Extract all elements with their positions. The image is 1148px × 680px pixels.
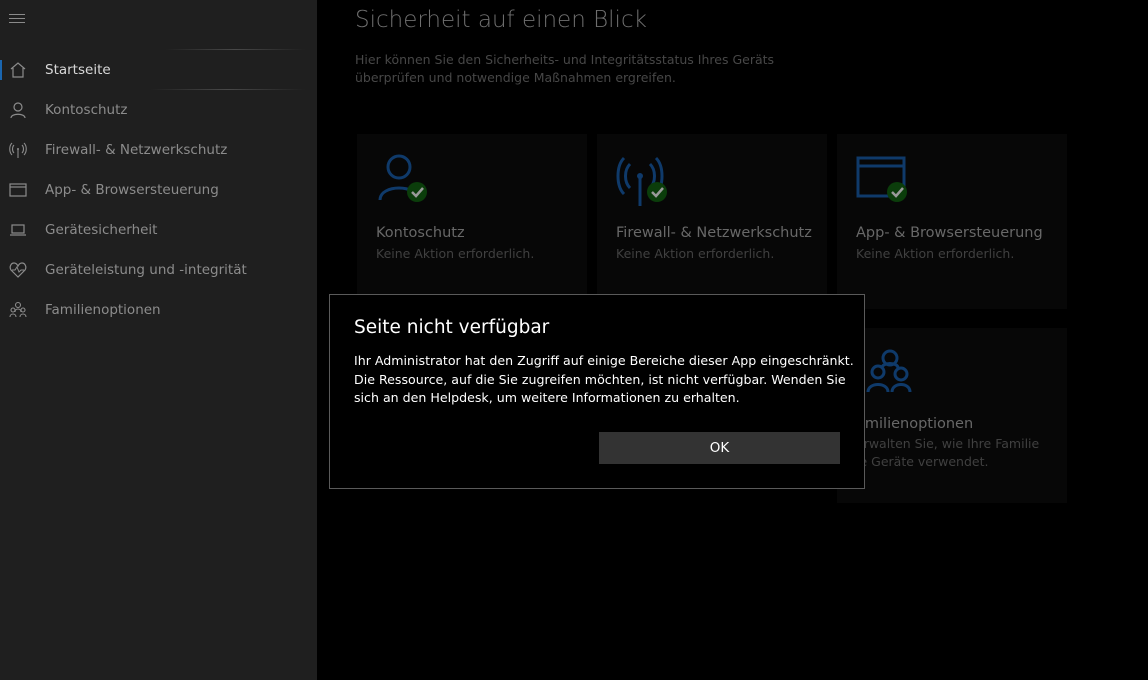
tile-status: erwalten Sie, wie Ihre Familie xyxy=(856,436,1040,451)
antenna-icon xyxy=(9,142,27,158)
dialog-body: Ihr Administrator hat den Zugriff auf ei… xyxy=(354,353,854,405)
home-icon xyxy=(10,62,26,78)
person-check-icon xyxy=(378,154,427,202)
tile-status: Keine Aktion erforderlich. xyxy=(376,246,535,261)
nav-list: Startseite Kontoschutz Firewall- & Netzw… xyxy=(0,50,317,330)
sidebar-item-label: Startseite xyxy=(45,62,111,78)
tile-kontoschutz[interactable]: Kontoschutz Keine Aktion erforderlich. xyxy=(357,134,587,309)
tile-title: App- & Browsersteuerung xyxy=(856,225,1043,241)
sidebar: Startseite Kontoschutz Firewall- & Netzw… xyxy=(0,0,317,680)
sidebar-item-startseite[interactable]: Startseite xyxy=(0,50,317,90)
unavailable-dialog: Seite nicht verfügbar Ihr Administrator … xyxy=(329,294,865,489)
sidebar-item-label: Familienoptionen xyxy=(45,302,161,318)
page-title: Sicherheit auf einen Blick xyxy=(355,7,647,33)
laptop-icon xyxy=(10,224,26,236)
window-icon xyxy=(9,183,27,197)
windows-security-app: Startseite Kontoschutz Firewall- & Netzw… xyxy=(0,0,1148,680)
sidebar-item-label: Firewall- & Netzwerkschutz xyxy=(45,142,228,158)
antenna-check-icon xyxy=(616,156,667,206)
tile-title: Firewall- & Netzwerkschutz xyxy=(616,225,812,241)
hamburger-icon[interactable] xyxy=(9,14,25,28)
person-icon xyxy=(10,102,26,119)
tile-app-browser[interactable]: App- & Browsersteuerung Keine Aktion erf… xyxy=(837,134,1067,309)
sidebar-item-geraetesicherheit[interactable]: Gerätesicherheit xyxy=(0,210,317,250)
dialog-title: Seite nicht verfügbar xyxy=(354,317,550,338)
tile-status: Keine Aktion erforderlich. xyxy=(856,246,1015,261)
heart-icon xyxy=(9,262,27,278)
tile-familienoptionen[interactable]: amilienoptionen erwalten Sie, wie Ihre F… xyxy=(837,328,1067,503)
sidebar-item-geraeteleistung[interactable]: Geräteleistung und -integrität xyxy=(0,250,317,290)
window-check-icon xyxy=(856,156,907,202)
ok-button[interactable]: OK xyxy=(599,432,840,464)
sidebar-item-label: Kontoschutz xyxy=(45,102,128,118)
sidebar-item-label: Geräteleistung und -integrität xyxy=(45,262,247,278)
page-description: Hier können Sie den Sicherheits- und Int… xyxy=(355,52,775,85)
tile-status: Keine Aktion erforderlich. xyxy=(616,246,775,261)
tile-title: amilienoptionen xyxy=(856,416,974,432)
family-icon xyxy=(9,301,27,318)
sidebar-item-label: Gerätesicherheit xyxy=(45,222,158,238)
sidebar-item-firewall[interactable]: Firewall- & Netzwerkschutz xyxy=(0,130,317,170)
tile-firewall[interactable]: Firewall- & Netzwerkschutz Keine Aktion … xyxy=(597,134,827,309)
tile-status: ie Geräte verwendet. xyxy=(856,454,989,469)
sidebar-item-label: App- & Browsersteuerung xyxy=(45,182,219,198)
sidebar-item-app-browser[interactable]: App- & Browsersteuerung xyxy=(0,170,317,210)
tile-title: Kontoschutz xyxy=(376,225,465,241)
sidebar-item-kontoschutz[interactable]: Kontoschutz xyxy=(0,90,317,130)
sidebar-item-familienoptionen[interactable]: Familienoptionen xyxy=(0,290,317,330)
